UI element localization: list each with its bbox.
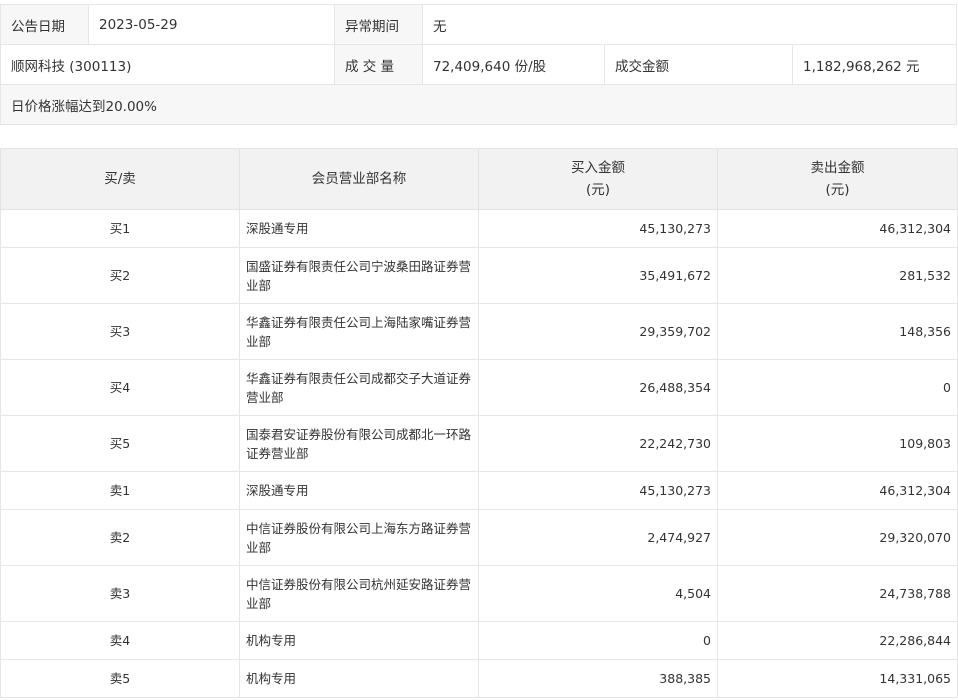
row-side: 卖2	[0, 509, 240, 566]
table-row: 买3 华鑫证券有限责任公司上海陆家嘴证券营业部 29,359,702 148,356	[0, 303, 958, 360]
row-side: 买4	[0, 359, 240, 416]
row-buy-amount: 388,385	[478, 659, 718, 698]
abnormal-period-label: 异常期间	[334, 4, 423, 45]
row-sell-amount: 22,286,844	[717, 621, 958, 660]
row-buy-amount: 35,491,672	[478, 247, 718, 304]
row-side: 卖4	[0, 621, 240, 660]
amount-value: 1,182,968,262 元	[792, 44, 957, 85]
row-branch-name: 中信证券股份有限公司上海东方路证券营业部	[239, 509, 479, 566]
row-sell-amount: 29,320,070	[717, 509, 958, 566]
row-branch-name: 深股通专用	[239, 209, 479, 248]
amount-label: 成交金额	[604, 44, 793, 85]
row-branch-name: 华鑫证券有限责任公司成都交子大道证券营业部	[239, 359, 479, 416]
row-sell-amount: 46,312,304	[717, 471, 958, 510]
header-side: 买/卖	[0, 148, 240, 210]
row-sell-amount: 148,356	[717, 303, 958, 360]
date-label: 公告日期	[0, 4, 89, 45]
header-buy-amount: 买入金额 (元)	[478, 148, 718, 210]
trading-seats-table: 买/卖 会员营业部名称 买入金额 (元) 卖出金额 (元) 买1 深股通专用 45,…	[0, 148, 958, 698]
row-branch-name: 华鑫证券有限责任公司上海陆家嘴证券营业部	[239, 303, 479, 360]
row-buy-amount: 45,130,273	[478, 471, 718, 510]
row-side: 买5	[0, 415, 240, 472]
table-row: 买4 华鑫证券有限责任公司成都交子大道证券营业部 26,488,354 0	[0, 359, 958, 416]
date-value: 2023-05-29	[88, 4, 335, 45]
table-row: 卖4 机构专用 0 22,286,844	[0, 621, 958, 660]
row-buy-amount: 26,488,354	[478, 359, 718, 416]
row-sell-amount: 24,738,788	[717, 565, 958, 622]
row-buy-amount: 0	[478, 621, 718, 660]
table-row: 卖5 机构专用 388,385 14,331,065	[0, 659, 958, 698]
row-branch-name: 中信证券股份有限公司杭州延安路证券营业部	[239, 565, 479, 622]
abnormal-period-value: 无	[422, 4, 957, 45]
row-buy-amount: 29,359,702	[478, 303, 718, 360]
row-side: 买3	[0, 303, 240, 360]
header-sell-amount: 卖出金额 (元)	[717, 148, 958, 210]
row-sell-amount: 46,312,304	[717, 209, 958, 248]
row-buy-amount: 45,130,273	[478, 209, 718, 248]
row-sell-amount: 0	[717, 359, 958, 416]
table-row: 买2 国盛证券有限责任公司宁波桑田路证券营业部 35,491,672 281,532	[0, 247, 958, 304]
row-sell-amount: 14,331,065	[717, 659, 958, 698]
row-side: 卖1	[0, 471, 240, 510]
row-buy-amount: 22,242,730	[478, 415, 718, 472]
table-row: 买5 国泰君安证券股份有限公司成都北一环路证券营业部 22,242,730 109,8…	[0, 415, 958, 472]
row-branch-name: 国泰君安证券股份有限公司成都北一环路证券营业部	[239, 415, 479, 472]
listing-reason: 日价格涨幅达到20.00%	[0, 84, 957, 125]
row-branch-name: 机构专用	[239, 621, 479, 660]
announcement-info: 公告日期 2023-05-29 异常期间 无 顺网科技 (300113) 成 交…	[0, 4, 957, 125]
volume-label: 成 交 量	[334, 44, 423, 85]
row-side: 卖5	[0, 659, 240, 698]
table-row: 卖1 深股通专用 45,130,273 46,312,304	[0, 471, 958, 510]
row-sell-amount: 281,532	[717, 247, 958, 304]
row-branch-name: 深股通专用	[239, 471, 479, 510]
table-row: 买1 深股通专用 45,130,273 46,312,304	[0, 209, 958, 248]
row-side: 买1	[0, 209, 240, 248]
stock-name: 顺网科技 (300113)	[0, 44, 335, 85]
row-buy-amount: 4,504	[478, 565, 718, 622]
header-branch-name: 会员营业部名称	[239, 148, 479, 210]
row-side: 卖3	[0, 565, 240, 622]
row-branch-name: 国盛证券有限责任公司宁波桑田路证券营业部	[239, 247, 479, 304]
volume-value: 72,409,640 份/股	[422, 44, 605, 85]
table-row: 卖2 中信证券股份有限公司上海东方路证券营业部 2,474,927 29,320,07…	[0, 509, 958, 566]
row-sell-amount: 109,803	[717, 415, 958, 472]
row-side: 买2	[0, 247, 240, 304]
row-buy-amount: 2,474,927	[478, 509, 718, 566]
row-branch-name: 机构专用	[239, 659, 479, 698]
table-row: 卖3 中信证券股份有限公司杭州延安路证券营业部 4,504 24,738,788	[0, 565, 958, 622]
